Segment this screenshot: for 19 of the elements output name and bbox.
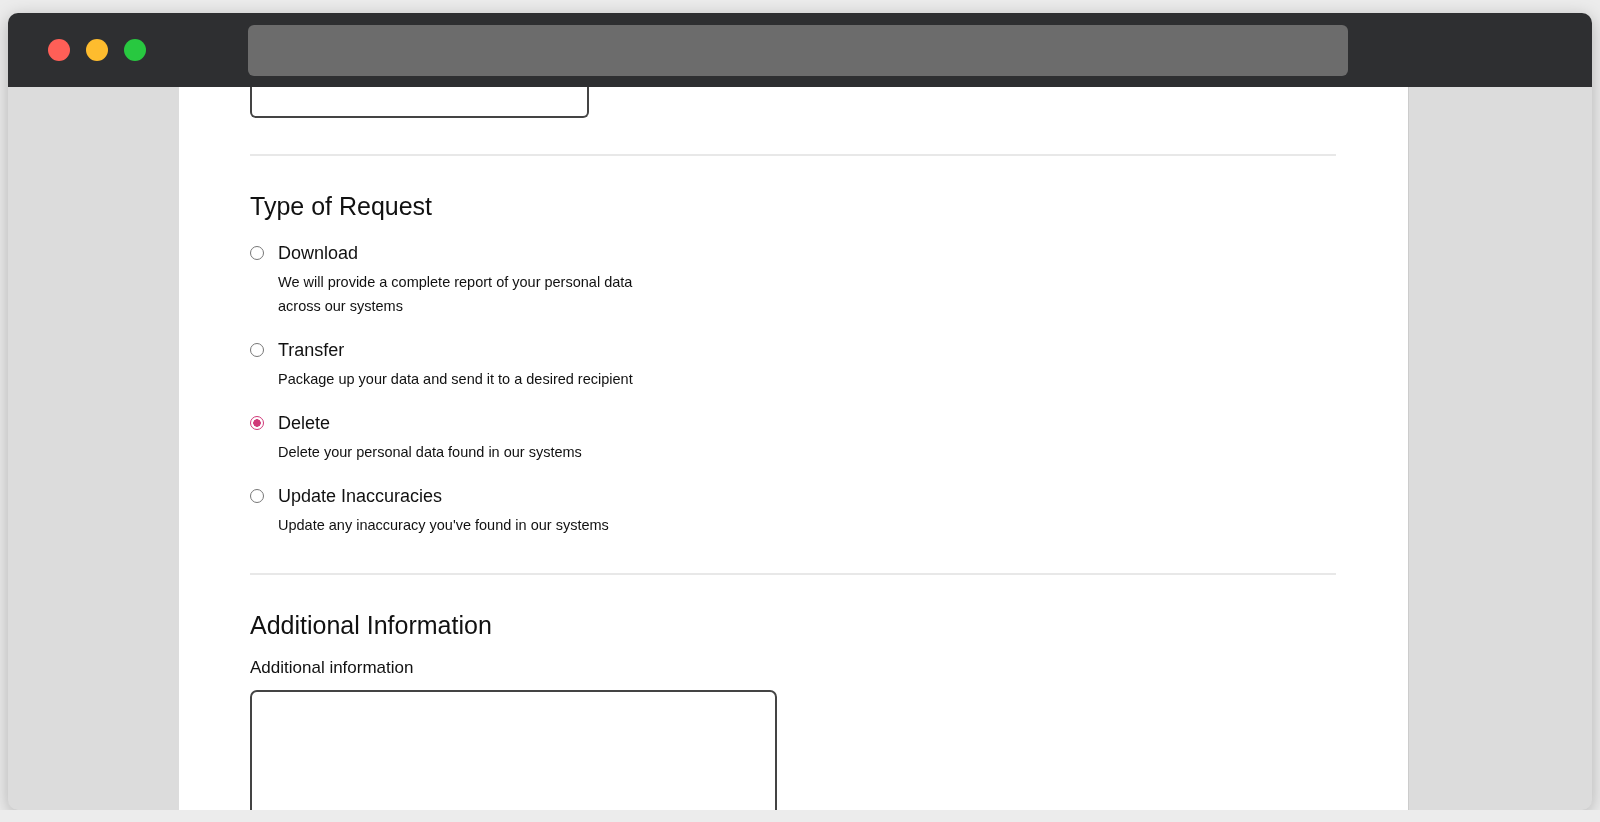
option-description: Update any inaccuracy you've found in our systems — [278, 516, 609, 535]
input-field[interactable] — [250, 87, 589, 118]
option-label: Download — [278, 243, 360, 264]
radio-button[interactable] — [250, 489, 264, 503]
section-heading: Type of Request — [250, 192, 434, 221]
close-icon[interactable] — [48, 39, 70, 61]
minimize-icon[interactable] — [86, 39, 108, 61]
option-label: Update Inaccuracies — [278, 486, 444, 507]
maximize-icon[interactable] — [124, 39, 146, 61]
option-description: Package up your data and send it to a desired recipient — [278, 370, 633, 389]
option-label: Delete — [278, 413, 332, 434]
radio-button[interactable] — [250, 416, 264, 430]
field-label: Additional information — [250, 658, 415, 678]
radio-button[interactable] — [250, 343, 264, 357]
radio-button[interactable] — [250, 246, 264, 260]
section-heading: Additional Information — [250, 611, 493, 640]
option-description: Delete your personal data found in our systems — [278, 443, 582, 462]
option-description: We will provide a complete report of your personal data across our systems — [278, 273, 634, 316]
option-label: Transfer — [278, 340, 346, 361]
